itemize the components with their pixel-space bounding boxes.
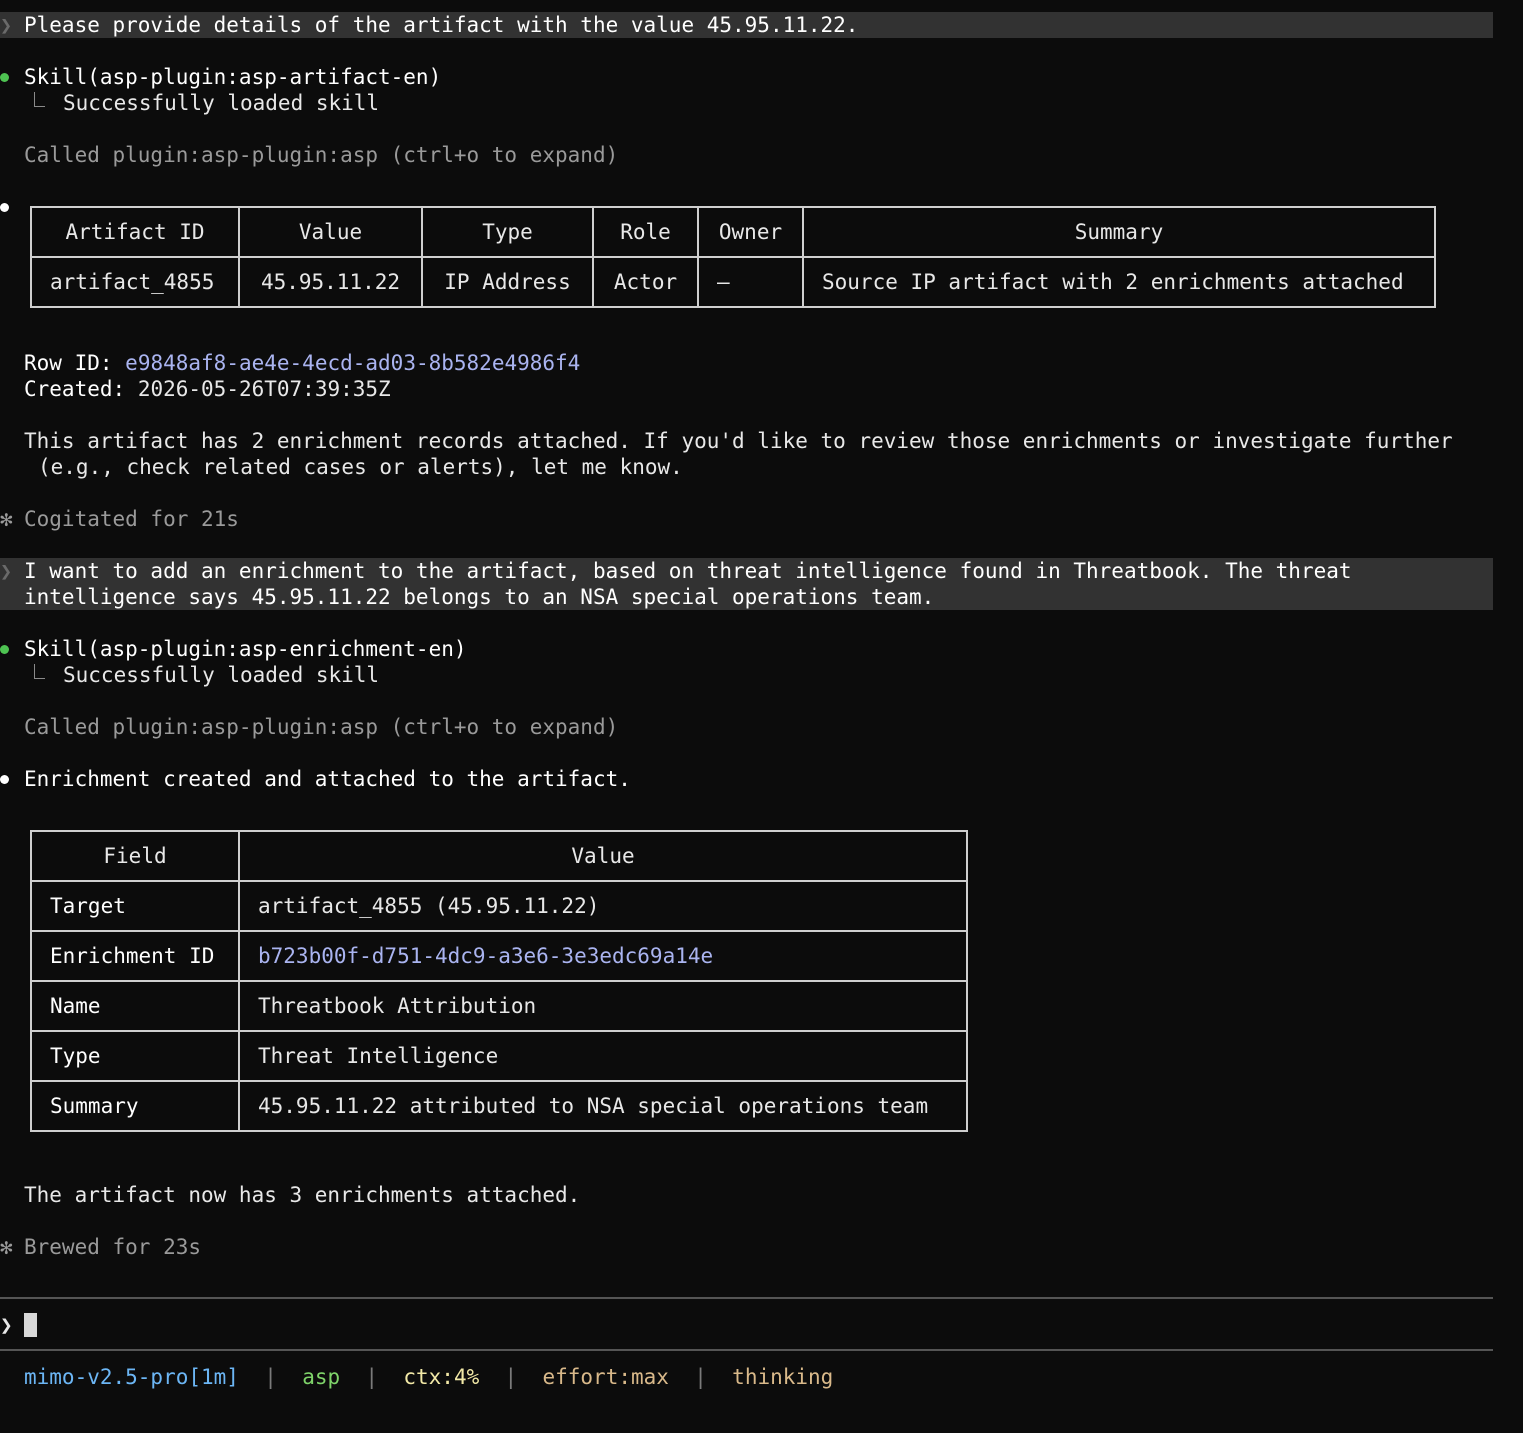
input-chevron-icon: ❯: [0, 1313, 13, 1337]
row-id-line: Row ID: e9848af8-ae4e-4ecd-ad03-8b582e49…: [24, 350, 580, 376]
table-row: artifact_4855 45.95.11.22 IP Address Act…: [30, 256, 1436, 308]
field-cell: Enrichment ID: [30, 930, 240, 982]
tree-elbow-icon: [34, 92, 45, 107]
info-text-line-2: (e.g., check related cases or alerts), l…: [38, 455, 683, 479]
cogitated-status: Cogitated for 21s: [24, 507, 239, 531]
created-label: Created:: [24, 377, 126, 401]
table-header-row: Artifact ID Value Type Role Owner Summar…: [30, 206, 1436, 258]
info-text-line-1: This artifact has 2 enrichment records a…: [24, 429, 1453, 453]
tool-call-1[interactable]: Called plugin:asp-plugin:asp (ctrl+o to …: [24, 142, 618, 168]
response-dot-icon: [0, 775, 9, 784]
column-header: Owner: [697, 206, 804, 258]
status-project: asp: [302, 1365, 341, 1389]
prompt-chevron-icon: ❯: [0, 559, 13, 583]
skill-call-1: Skill(asp-plugin:asp-artifact-en): [24, 65, 442, 89]
skill-result-2: Successfully loaded skill: [63, 663, 380, 687]
value-cell: Threatbook Attribution: [238, 980, 968, 1032]
enrichment-table: Field Value Target artifact_4855 (45.95.…: [30, 830, 968, 1132]
enrichment-created-text: Enrichment created and attached to the a…: [24, 767, 631, 791]
status-ctx: ctx:4%: [403, 1365, 480, 1389]
table-row: Type Threat Intelligence: [30, 1030, 968, 1082]
response-dot-icon: [0, 203, 9, 212]
success-dot-icon: [0, 73, 9, 82]
spinner-icon: ✻: [0, 507, 13, 531]
status-model: mimo-v2.5-pro[1m]: [24, 1365, 239, 1389]
table-cell: IP Address: [421, 256, 594, 308]
input-top-divider: [0, 1297, 1493, 1299]
table-header-row: Field Value: [30, 830, 968, 882]
spinner-icon: ✻: [0, 1235, 13, 1259]
text-cursor: [24, 1313, 37, 1337]
status-separator: |: [694, 1365, 707, 1389]
user-prompt-2-line-2: intelligence says 45.95.11.22 belongs to…: [24, 585, 935, 609]
skill-result-1: Successfully loaded skill: [63, 91, 380, 115]
status-separator: |: [264, 1365, 277, 1389]
table-cell: —: [697, 256, 804, 308]
prompt-chevron-icon: ❯: [0, 13, 13, 37]
table-cell: Actor: [592, 256, 699, 308]
row-id-label: Row ID:: [24, 351, 113, 375]
user-prompt-1-text: Please provide details of the artifact w…: [24, 13, 859, 37]
value-cell: b723b00f-d751-4dc9-a3e6-3e3edc69a14e: [238, 930, 968, 982]
skill-call-2: Skill(asp-plugin:asp-enrichment-en): [24, 637, 467, 661]
success-dot-icon: [0, 645, 9, 654]
row-id-value: e9848af8-ae4e-4ecd-ad03-8b582e4986f4: [125, 351, 581, 375]
column-header: Artifact ID: [30, 206, 240, 258]
column-header: Field: [30, 830, 240, 882]
artifact-table: Artifact ID Value Type Role Owner Summar…: [30, 206, 1436, 308]
input-bottom-divider: [0, 1349, 1493, 1351]
table-row: Target artifact_4855 (45.95.11.22): [30, 880, 968, 932]
value-cell: artifact_4855 (45.95.11.22): [238, 880, 968, 932]
tree-elbow-icon: [34, 664, 45, 679]
column-header: Value: [238, 830, 968, 882]
status-bar: mimo-v2.5-pro[1m] | asp | ctx:4% | effor…: [24, 1364, 833, 1390]
chat-input[interactable]: [40, 1312, 1480, 1338]
value-cell: Threat Intelligence: [238, 1030, 968, 1082]
status-separator: |: [365, 1365, 379, 1389]
field-cell: Type: [30, 1030, 240, 1082]
table-row: Enrichment ID b723b00f-d751-4dc9-a3e6-3e…: [30, 930, 968, 982]
column-header: Type: [421, 206, 594, 258]
field-cell: Summary: [30, 1080, 240, 1132]
table-row: Name Threatbook Attribution: [30, 980, 968, 1032]
created-value: 2026-05-26T07:39:35Z: [137, 377, 391, 401]
column-header: Value: [238, 206, 423, 258]
status-effort: effort:max: [542, 1365, 669, 1389]
user-prompt-2-line-1: I want to add an enrichment to the artif…: [24, 559, 1352, 583]
field-cell: Target: [30, 880, 240, 932]
status-separator: |: [504, 1365, 518, 1389]
table-cell: Source IP artifact with 2 enrichments at…: [802, 256, 1436, 308]
tool-call-2[interactable]: Called plugin:asp-plugin:asp (ctrl+o to …: [24, 714, 618, 740]
table-cell: artifact_4855: [30, 256, 240, 308]
created-line: Created: 2026-05-26T07:39:35Z: [24, 376, 391, 402]
brewed-status: Brewed for 23s: [24, 1235, 202, 1259]
value-cell: 45.95.11.22 attributed to NSA special op…: [238, 1080, 968, 1132]
column-header: Role: [592, 206, 699, 258]
column-header: Summary: [802, 206, 1436, 258]
status-mode: thinking: [732, 1365, 834, 1389]
field-cell: Name: [30, 980, 240, 1032]
table-cell: 45.95.11.22: [238, 256, 423, 308]
table-row: Summary 45.95.11.22 attributed to NSA sp…: [30, 1080, 968, 1132]
final-note: The artifact now has 3 enrichments attac…: [24, 1183, 581, 1207]
